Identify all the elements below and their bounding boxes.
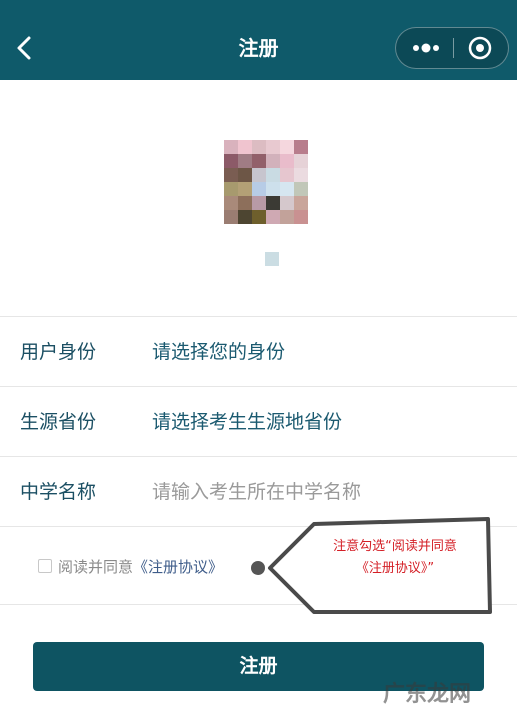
divider <box>0 316 517 317</box>
agreement-link[interactable]: 《注册协议》 <box>133 556 223 577</box>
user-identity-select[interactable]: 请选择您的身份 <box>152 339 285 365</box>
agreement-text: 阅读并同意 <box>58 557 134 576</box>
username-placeholder-block <box>265 252 279 266</box>
annotation-line-2: 《注册协议》” <box>355 561 435 576</box>
school-name-label: 中学名称 <box>20 481 97 503</box>
user-identity-label: 用户身份 <box>20 341 97 363</box>
annotation-text: 注意勾选“阅读并同意 《注册协议》” <box>305 536 485 580</box>
more-dots-icon[interactable] <box>404 28 448 68</box>
school-name-input[interactable]: 请输入考生所在中学名称 <box>152 479 361 505</box>
province-label: 生源省份 <box>20 411 97 433</box>
divider <box>0 456 517 457</box>
watermark: 广东龙网 <box>383 682 472 707</box>
navigation-bar: 注册 <box>0 0 517 80</box>
avatar <box>224 140 308 224</box>
target-circle-icon[interactable] <box>458 28 502 68</box>
mini-program-capsule <box>395 27 509 69</box>
annotation-line-1: 注意勾选“阅读并同意 <box>333 539 457 554</box>
capsule-divider <box>453 38 454 58</box>
divider <box>0 386 517 387</box>
agreement-row: 阅读并同意 《注册协议》 <box>38 556 223 576</box>
agreement-checkbox[interactable] <box>38 559 52 573</box>
province-select[interactable]: 请选择考生生源地省份 <box>152 409 342 435</box>
